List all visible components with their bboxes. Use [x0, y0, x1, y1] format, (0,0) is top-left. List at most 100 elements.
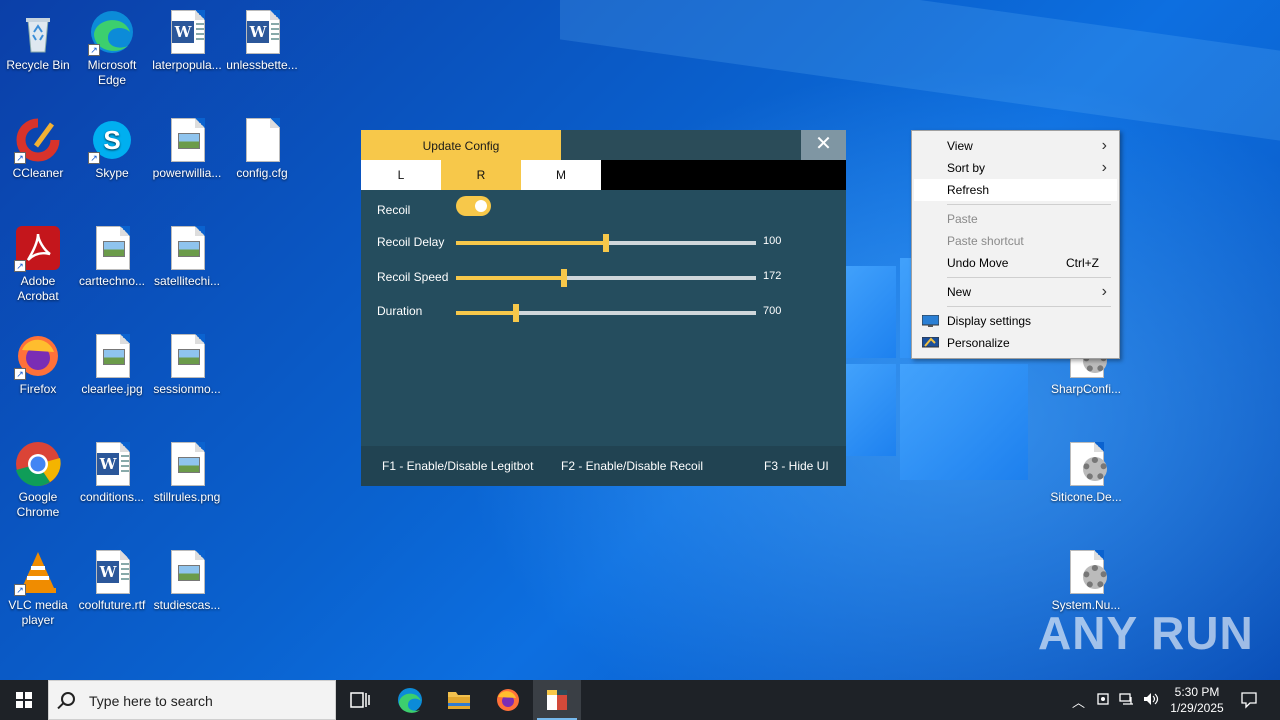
- menu-item-sort-by[interactable]: Sort by ›: [914, 157, 1117, 179]
- menu-item-label: View: [947, 139, 973, 153]
- desktop-icon-siticone[interactable]: Siticone.De...: [1048, 440, 1124, 505]
- volume-icon[interactable]: [1143, 692, 1159, 706]
- recoil-delay-label: Recoil Delay: [377, 235, 445, 249]
- desktop-icon-stillrules[interactable]: stillrules.png: [149, 440, 225, 505]
- menu-item-label: Undo Move: [947, 256, 1009, 270]
- desktop-icon-sessionmo[interactable]: sessionmo...: [149, 332, 225, 397]
- word-doc-icon: W: [88, 548, 136, 596]
- recycle-bin-icon: [14, 8, 62, 56]
- desktop-icon-satellitechi[interactable]: satellitechi...: [149, 224, 225, 289]
- duration-slider[interactable]: [456, 304, 756, 322]
- slider-thumb[interactable]: [561, 269, 567, 287]
- app-window-icon: [547, 690, 567, 710]
- icon-label: Recycle Bin: [6, 58, 70, 72]
- desktop-icon-recycle-bin[interactable]: Recycle Bin: [0, 8, 76, 73]
- taskbar-file-explorer[interactable]: [435, 680, 483, 720]
- search-icon: [61, 692, 75, 706]
- menu-item-undo-move[interactable]: Undo Move Ctrl+Z: [914, 252, 1117, 274]
- menu-item-label: Paste: [947, 212, 978, 226]
- clock-date: 1/29/2025: [1170, 701, 1224, 715]
- taskbar-active-app[interactable]: [533, 680, 581, 720]
- word-doc-icon: W: [163, 8, 211, 56]
- menu-item-paste-shortcut[interactable]: Paste shortcut: [914, 230, 1117, 252]
- icon-label: satellitechi...: [153, 274, 221, 288]
- desktop-icon-vlc[interactable]: ↗ VLC media player: [0, 548, 76, 628]
- svg-text:S: S: [103, 125, 120, 155]
- close-button[interactable]: ✕: [801, 130, 846, 160]
- desktop-icon-laterpopula[interactable]: W laterpopula...: [149, 8, 225, 73]
- slider-fill: [456, 241, 606, 245]
- image-file-icon: [163, 440, 211, 488]
- desktop-icon-firefox[interactable]: ↗ Firefox: [0, 332, 76, 397]
- window-titlebar[interactable]: Update Config ✕: [361, 130, 846, 160]
- desktop-icon-conditions[interactable]: W conditions...: [74, 440, 150, 505]
- network-icon[interactable]: [1119, 692, 1135, 706]
- icon-label: stillrules.png: [153, 490, 221, 504]
- desktop-icon-unlessbette[interactable]: W unlessbette...: [224, 8, 300, 73]
- desktop-icon-coolfuture[interactable]: W coolfuture.rtf: [74, 548, 150, 613]
- menu-item-refresh[interactable]: Refresh: [914, 179, 1117, 201]
- tab-m[interactable]: M: [521, 160, 601, 190]
- icon-label: clearlee.jpg: [81, 382, 143, 396]
- chevron-right-icon: ›: [1101, 137, 1107, 154]
- desktop-icon-skype[interactable]: S ↗ Skype: [74, 116, 150, 181]
- desktop-icon-system-nu[interactable]: System.Nu...: [1048, 548, 1124, 613]
- icon-label: VLC media player: [8, 598, 68, 627]
- desktop-icon-powerwillia[interactable]: powerwillia...: [149, 116, 225, 181]
- start-button[interactable]: [0, 680, 48, 720]
- acrobat-icon: ↗: [14, 224, 62, 272]
- icon-label: carttechno...: [78, 274, 146, 288]
- taskbar: Type here to search ︿ 5:30 PM 1/29/2025: [0, 680, 1280, 720]
- desktop-icon-microsoft-edge[interactable]: ↗ Microsoft Edge: [74, 8, 150, 88]
- search-placeholder: Type here to search: [89, 693, 213, 709]
- duration-label: Duration: [377, 304, 423, 318]
- menu-item-new[interactable]: New ›: [914, 281, 1117, 303]
- taskbar-edge[interactable]: [386, 680, 434, 720]
- task-view-button[interactable]: [336, 680, 384, 720]
- chrome-icon: [14, 440, 62, 488]
- menu-item-paste[interactable]: Paste: [914, 208, 1117, 230]
- menu-item-personalize[interactable]: Personalize: [914, 332, 1117, 354]
- word-doc-icon: W: [88, 440, 136, 488]
- desktop-icon-config-cfg[interactable]: config.cfg: [224, 116, 300, 181]
- slider-thumb[interactable]: [513, 304, 519, 322]
- taskbar-firefox[interactable]: [484, 680, 532, 720]
- recoil-label: Recoil: [377, 203, 411, 217]
- hint-recoil: F2 - Enable/Disable Recoil: [561, 459, 704, 473]
- recoil-delay-slider[interactable]: [456, 234, 756, 252]
- menu-separator: [947, 277, 1111, 278]
- notification-icon[interactable]: [1240, 691, 1258, 709]
- hotkey-footer: F1 - Enable/Disable Legitbot F2 - Enable…: [361, 446, 846, 486]
- vlc-icon: ↗: [14, 548, 62, 596]
- icon-label: SharpConfi...: [1050, 382, 1122, 396]
- icon-label: coolfuture.rtf: [78, 598, 146, 612]
- desktop-icon-studiescas[interactable]: studiescas...: [149, 548, 225, 613]
- desktop-icon-carttechno[interactable]: carttechno...: [74, 224, 150, 289]
- network-device-icon[interactable]: [1096, 692, 1110, 706]
- menu-item-display-settings[interactable]: Display settings: [914, 310, 1117, 332]
- shortcut-arrow-icon: ↗: [14, 152, 26, 164]
- menu-item-label: Personalize: [947, 336, 1010, 350]
- hint-hide-ui: F3 - Hide UI: [764, 459, 829, 473]
- hint-legitbot: F1 - Enable/Disable Legitbot: [382, 459, 534, 473]
- duration-value: 700: [763, 305, 782, 317]
- icon-label: powerwillia...: [152, 166, 222, 180]
- slider-thumb[interactable]: [603, 234, 609, 252]
- desktop-icon-adobe-acrobat[interactable]: ↗ Adobe Acrobat: [0, 224, 76, 304]
- skype-icon: S ↗: [88, 116, 136, 164]
- system-clock[interactable]: 5:30 PM 1/29/2025: [1166, 684, 1228, 716]
- update-config-button[interactable]: Update Config: [361, 130, 561, 160]
- chevron-up-icon[interactable]: ︿: [1072, 692, 1085, 711]
- menu-item-view[interactable]: View ›: [914, 135, 1117, 157]
- tab-r[interactable]: R: [441, 160, 521, 190]
- wallpaper-beam: [560, 0, 1280, 141]
- desktop-icon-clearlee[interactable]: clearlee.jpg: [74, 332, 150, 397]
- recoil-toggle[interactable]: [456, 196, 491, 216]
- image-file-icon: [88, 332, 136, 380]
- recoil-speed-slider[interactable]: [456, 269, 756, 287]
- desktop-icon-google-chrome[interactable]: Google Chrome: [0, 440, 76, 520]
- taskbar-search-box[interactable]: Type here to search: [48, 680, 336, 720]
- tab-l[interactable]: L: [361, 160, 441, 190]
- desktop-icon-ccleaner[interactable]: ↗ CCleaner: [0, 116, 76, 181]
- icon-label: Adobe Acrobat: [17, 274, 59, 303]
